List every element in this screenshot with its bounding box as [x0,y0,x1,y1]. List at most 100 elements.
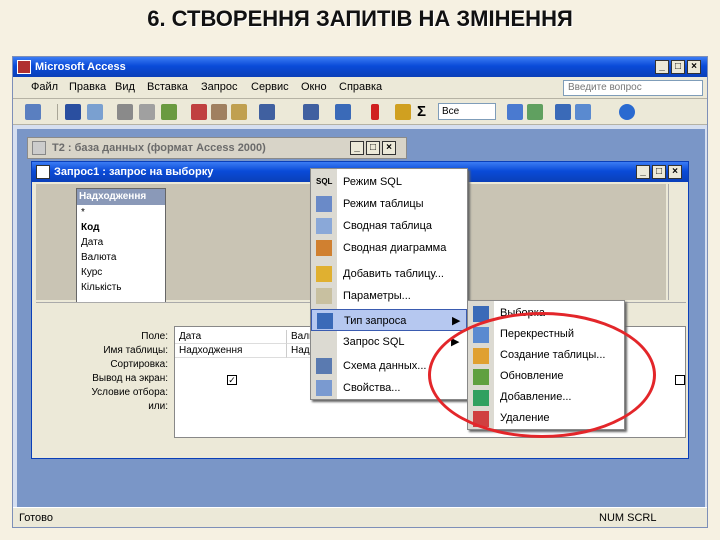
ctx-item-parameters[interactable]: Параметры... [311,285,467,307]
grid-row-label: Имя таблицы: [103,345,168,356]
app-title-bar: Microsoft Access _ □ × [13,57,707,77]
save-icon[interactable] [65,104,81,120]
ctx-label: Режим SQL [343,176,402,188]
query-window-title: Запрос1 : запрос на выборку [54,166,214,178]
ctx-label: Добавить таблицу... [343,268,444,280]
submenu-arrow-icon: ▶ [452,315,461,327]
relationships-icon [316,358,332,374]
close-button[interactable]: × [687,60,701,74]
ctx-label: Свойства... [343,382,401,394]
top-values-combo[interactable]: Все [438,103,496,120]
search-icon[interactable] [87,104,103,120]
show-checkbox[interactable]: ✓ [227,375,237,385]
ctx-item-pivot-chart[interactable]: Сводная диаграмма [311,237,467,259]
pivot-table-icon [316,218,332,234]
field-list[interactable]: Надходження * Код Дата Валюта Курс Кільк… [76,188,166,304]
grid-row-label: Сортировка: [110,359,168,370]
access-key-icon [17,60,31,74]
app-title: Microsoft Access [35,61,126,73]
grid-row-label: Вывод на экран: [92,373,168,384]
query-type-toolbar-icon[interactable] [335,104,351,120]
status-bar: Готово NUM SCRL [13,507,707,527]
spelling-icon[interactable] [161,104,177,120]
ctx-label: Параметры... [343,290,411,302]
ctx-item-add-table[interactable]: Добавить таблицу... [311,263,467,285]
db-minimize-button[interactable]: _ [350,141,364,155]
show-table-icon[interactable] [395,104,411,120]
ctx-label: Сводная таблица [343,220,432,232]
redo-icon[interactable] [303,104,319,120]
menu-window[interactable]: Окно [301,81,327,93]
menu-edit[interactable]: Правка [69,81,106,93]
database-icon [32,141,46,155]
grid-row-label: Условие отбора: [91,387,168,398]
datasheet-icon [316,196,332,212]
field-list-title[interactable]: Надходження [77,189,165,205]
ctx-item-datasheet[interactable]: Режим таблицы [311,193,467,215]
query-icon [36,165,50,179]
grid-row-label: или: [148,401,168,412]
build-icon[interactable] [527,104,543,120]
undo-icon[interactable] [259,104,275,120]
field-list-item[interactable]: Курс [77,265,165,280]
db-close-button[interactable]: × [382,141,396,155]
properties-toolbar-icon[interactable] [507,104,523,120]
query-minimize-button[interactable]: _ [636,165,650,179]
grid-row-label: Поле: [141,331,168,342]
status-text: Готово [19,512,53,524]
print-preview-icon[interactable] [139,104,155,120]
menu-query[interactable]: Запрос [201,81,237,93]
db-maximize-button[interactable]: □ [366,141,380,155]
minimize-button[interactable]: _ [655,60,669,74]
ctx-item-pivot-table[interactable]: Сводная таблица [311,215,467,237]
slide-title: 6. СТВОРЕННЯ ЗАПИТІВ НА ЗМІНЕННЯ [147,6,573,31]
query-close-button[interactable]: × [668,165,682,179]
ctx-label: Схема данных... [343,360,427,372]
field-list-item[interactable]: Валюта [77,250,165,265]
field-list-item[interactable]: * [77,205,165,220]
status-indicators: NUM SCRL [599,512,657,524]
grid-table-cell[interactable]: Надходження [175,344,287,358]
toolbar: Σ Все [13,99,707,125]
properties-icon [316,380,332,396]
copy-icon[interactable] [211,104,227,120]
parameters-icon [316,288,332,304]
field-list-item[interactable]: Дата [77,235,165,250]
help-icon[interactable] [619,104,635,120]
ctx-label: Запрос SQL [343,336,405,348]
maximize-button[interactable]: □ [671,60,685,74]
table-pane-scrollbar[interactable] [668,184,684,300]
ctx-label: Тип запроса [344,315,407,327]
field-list-item[interactable]: Кількість [77,280,165,295]
totals-icon[interactable]: Σ [417,103,426,120]
view-icon[interactable] [25,104,41,120]
ask-question-input[interactable]: Введите вопрос [563,80,703,96]
highlight-ellipse [428,312,656,438]
menu-insert[interactable]: Вставка [147,81,188,93]
database-window-title[interactable]: T2 : база данных (формат Access 2000) _ … [27,137,407,159]
ctx-label: Режим таблицы [343,198,424,210]
run-icon[interactable] [371,104,379,120]
cut-icon[interactable] [191,104,207,120]
sql-icon: SQL [316,177,333,186]
menu-view[interactable]: Вид [115,81,135,93]
paste-icon[interactable] [231,104,247,120]
ctx-item-sql-view[interactable]: SQL Режим SQL [311,171,467,193]
show-checkbox[interactable] [675,375,685,385]
print-icon[interactable] [117,104,133,120]
field-list-item[interactable]: Код [77,220,165,235]
menu-tools[interactable]: Сервис [251,81,289,93]
ctx-label: Сводная диаграмма [343,242,447,254]
ctx-item-query-type[interactable]: Тип запроса ▶ [311,309,467,331]
menu-file[interactable]: Файл [31,81,58,93]
database-window-label: T2 : база данных (формат Access 2000) [52,142,266,154]
query-type-icon [317,313,333,329]
query-maximize-button[interactable]: □ [652,165,666,179]
database-window-icon[interactable] [555,104,571,120]
grid-field-cell[interactable]: Дата [175,330,287,344]
menu-help[interactable]: Справка [339,81,382,93]
menu-bar: Файл Правка Вид Вставка Запрос Сервис Ок… [13,77,707,99]
add-table-icon [316,266,332,282]
pivot-chart-icon [316,240,332,256]
new-object-icon[interactable] [575,104,591,120]
